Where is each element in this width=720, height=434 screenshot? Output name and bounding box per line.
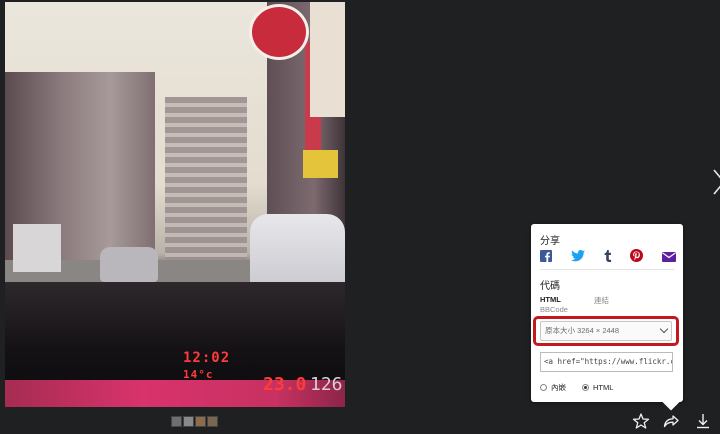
photo-silver-car (100, 247, 158, 282)
photo-white-sign (310, 2, 345, 117)
thumbnail[interactable] (195, 416, 206, 427)
format-tab-link[interactable]: 連結 (594, 295, 609, 306)
size-select-highlight (533, 316, 679, 346)
star-icon[interactable] (632, 412, 650, 430)
download-icon[interactable] (694, 412, 712, 430)
popover-divider (540, 269, 674, 270)
embed-title: 代碼 (540, 281, 560, 292)
social-share-row (540, 249, 676, 267)
thumbnail[interactable] (171, 416, 182, 427)
photo-truck (13, 224, 61, 272)
share-popover: 分享 代碼 HTML BBCode 連結 原本大小 3264 × 2448 <a… (531, 224, 683, 411)
embed-type-radios: 內嵌 HTML (540, 382, 613, 393)
thumbnail[interactable] (183, 416, 194, 427)
dashboard-time: 12:02 (183, 350, 231, 366)
radio-embed[interactable] (540, 384, 547, 391)
email-icon[interactable] (662, 249, 676, 267)
tumblr-icon[interactable] (604, 249, 612, 267)
dashboard-temp: 14°c (183, 368, 214, 381)
photo-round-sign (249, 4, 309, 60)
embed-code-field[interactable]: <a href="https://www.flickr.com (540, 352, 673, 372)
photo-yellow-sign (303, 150, 338, 178)
dashboard-mileage: 23.0 (263, 374, 307, 395)
radio-html-label: HTML (593, 383, 614, 392)
facebook-icon[interactable] (540, 249, 552, 267)
next-photo-arrow-icon[interactable] (712, 168, 720, 196)
photo-white-car (250, 214, 345, 289)
format-tab-html[interactable]: HTML (540, 295, 561, 304)
pinterest-icon[interactable] (630, 249, 644, 267)
share-title: 分享 (540, 236, 560, 247)
radio-embed-label: 內嵌 (551, 383, 566, 392)
dashboard-odometer: 126 (310, 374, 343, 395)
photo-tower (165, 97, 247, 262)
thumbnail[interactable] (207, 416, 218, 427)
photo-view[interactable]: 12:02 14°c 23.0 126 (5, 2, 345, 407)
popover-caret (662, 393, 680, 411)
twitter-icon[interactable] (570, 249, 585, 267)
thumbnail-strip (171, 416, 218, 427)
radio-html[interactable] (582, 384, 589, 391)
format-tab-bbcode[interactable]: BBCode (540, 305, 568, 314)
share-icon[interactable] (662, 412, 680, 430)
